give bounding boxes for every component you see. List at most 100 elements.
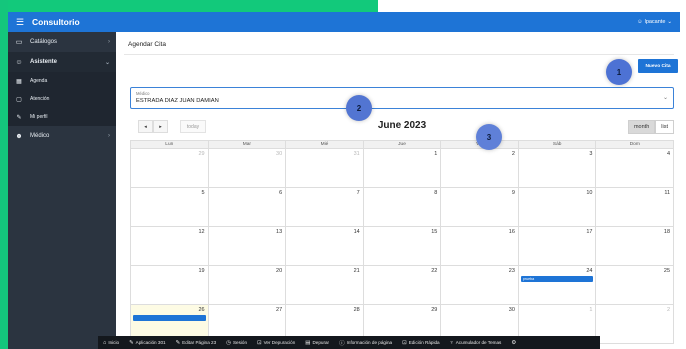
day-number: 4 [666, 151, 671, 157]
devbar-item[interactable]: ⓘ Información de página [334, 339, 397, 347]
day-number: 28 [353, 307, 360, 313]
devbar-item-label: Sesión [232, 340, 247, 345]
calendar-day-cell[interactable]: 22 [364, 266, 442, 304]
calendar-day-cell[interactable]: 30 [209, 149, 287, 187]
today-button[interactable]: today [180, 120, 206, 133]
day-number: 19 [198, 268, 205, 274]
calendar-grid: Lun Mar Mié Jue Vie Sáb Dom 293031123456… [130, 140, 675, 344]
devbar-item[interactable]: ⊡ Edición Rápida [397, 340, 445, 346]
day-number: 13 [276, 229, 283, 235]
devbar-item[interactable]: ✎ Aplicación 301 [124, 340, 171, 346]
devbar-item-label: Editar Página 23 [182, 340, 217, 345]
weekday-label: Lun [131, 141, 209, 148]
debug-view-icon: ⊡ [257, 339, 262, 346]
calendar-day-cell[interactable]: 1 [364, 149, 442, 187]
calendar-day-cell[interactable]: 9 [441, 188, 519, 226]
prev-month-button[interactable]: ◂ [138, 120, 153, 133]
day-number: 31 [353, 151, 360, 157]
calendar-icon: ▦ [16, 78, 22, 85]
app-title[interactable]: Consultorio [32, 17, 80, 27]
calendar-day-cell[interactable]: 2 [596, 305, 675, 343]
annotation-marker-1: 1 [606, 59, 632, 85]
day-number: 3 [589, 151, 593, 157]
weekday-label: Jue [364, 141, 442, 148]
background-white-right [680, 0, 686, 349]
sidebar-subitem-atencion[interactable]: ▢ Atención [8, 90, 116, 108]
calendar-event[interactable] [133, 315, 206, 321]
sidebar-subitem-agenda[interactable]: ▦ Agenda [8, 72, 116, 90]
weekday-label: Dom [596, 141, 675, 148]
day-number: 6 [279, 190, 283, 196]
calendar-event[interactable]: prueba [520, 276, 594, 282]
list-view-button[interactable]: list [655, 120, 674, 134]
devbar-item[interactable]: ⊡ Ver Depuración [252, 340, 300, 346]
devbar-item[interactable]: ✎ Editar Página 23 [171, 340, 222, 346]
calendar-day-cell[interactable]: 31 [286, 149, 364, 187]
divider [124, 54, 674, 55]
calendar-day-cell[interactable]: 19 [131, 266, 209, 304]
user-icon: ☺ [636, 19, 643, 25]
medico-select[interactable]: Médico ESTRADA DIAZ JUAN DAMIAN ⌄ [130, 87, 674, 109]
day-number: 29 [431, 307, 438, 313]
calendar-day-cell[interactable]: 14 [286, 227, 364, 265]
edit-page-icon: ✎ [175, 339, 181, 346]
calendar-day-cell[interactable]: 6 [209, 188, 287, 226]
session-icon: ◷ [226, 339, 231, 346]
nuevo-cita-button[interactable]: Nuevo Cita [638, 59, 678, 73]
devbar-item[interactable]: ▤ Depurar [300, 340, 334, 346]
home-icon: ⌂ [103, 339, 107, 346]
devbar-item-label: Información de página [346, 340, 393, 345]
developer-toolbar: ⌂ Inicio ✎ Aplicación 301 ✎ Editar Página 23 ◷… [98, 336, 600, 349]
calendar-day-cell[interactable]: 12 [131, 227, 209, 265]
app-window: ☰ Consultorio ☺ lpacante ⌄ ▭ Catálogos ›… [8, 12, 680, 349]
calendar-day-cell[interactable]: 15 [364, 227, 442, 265]
calendar-weeks: 29 30 31 1 2 3 4 5 6 7 8 9 10 11 12 13 14 15 16 17 18 19 20 21 2… [131, 149, 675, 344]
calendar-day-cell[interactable]: 3 [519, 149, 597, 187]
devbar-item[interactable]: ⚙ [506, 340, 521, 346]
devbar-item-label: Acumulador de Temas [455, 340, 502, 345]
next-month-button[interactable]: ▸ [153, 120, 168, 133]
day-number: 23 [508, 268, 515, 274]
sidebar-item-asistente[interactable]: ☺ Asistente ⌄ [8, 52, 116, 72]
month-view-button[interactable]: month [627, 120, 656, 134]
calendar-day-cell[interactable]: 29 [131, 149, 209, 187]
calendar-day-cell[interactable]: 10 [519, 188, 597, 226]
user-menu[interactable]: ☺ lpacante ⌄ [637, 12, 672, 32]
sidebar-subitem-mi-perfil[interactable]: ✎ Mi perfil [8, 108, 116, 126]
annotation-marker-3: 3 [476, 124, 502, 150]
calendar-day-cell[interactable]: 21 [286, 266, 364, 304]
calendar-day-cell[interactable]: 8 [364, 188, 442, 226]
chevron-down-icon: ⌄ [104, 59, 110, 66]
calendar-day-cell[interactable]: 13 [209, 227, 287, 265]
calendar-nav: ◂ ▸ [138, 120, 168, 133]
sidebar-item-medico[interactable]: ☻ Médico › [8, 126, 116, 146]
sidebar-subitem-label: Mi perfil [30, 114, 48, 120]
sidebar-item-catalogos[interactable]: ▭ Catálogos › [8, 32, 116, 52]
sidebar-subitem-label: Agenda [30, 78, 48, 84]
day-number: 1 [589, 307, 593, 313]
calendar-day-cell[interactable]: 11 [596, 188, 675, 226]
calendar-day-cell[interactable]: 16 [441, 227, 519, 265]
calendar-day-cell[interactable]: 20 [209, 266, 287, 304]
calendar-day-cell[interactable]: 25 [596, 266, 675, 304]
sidebar-item-label: Asistente [30, 59, 58, 65]
calendar-day-cell[interactable]: 18 [596, 227, 675, 265]
day-number: 22 [431, 268, 438, 274]
devbar-item-label: Depurar [312, 340, 330, 345]
user-name: lpacante [644, 19, 666, 25]
day-number: 30 [276, 151, 283, 157]
calendar-day-cell[interactable]: 2 [441, 149, 519, 187]
calendar-day-cell[interactable]: 4 [596, 149, 675, 187]
calendar-day-cell[interactable]: 7 [286, 188, 364, 226]
calendar-day-cell[interactable]: 23 [441, 266, 519, 304]
menu-icon[interactable]: ☰ [12, 12, 28, 32]
chevron-down-icon: ⌄ [667, 19, 672, 25]
devbar-item[interactable]: ◷ Sesión [221, 340, 252, 346]
devbar-item[interactable]: ♆ Acumulador de Temas [445, 340, 507, 346]
devbar-item[interactable]: ⌂ Inicio [98, 340, 124, 346]
clipboard-icon: ▢ [16, 96, 22, 103]
medico-select-value: ESTRADA DIAZ JUAN DAMIAN [136, 98, 219, 104]
calendar-day-cell[interactable]: 5 [131, 188, 209, 226]
calendar-day-cell[interactable]: 24 prueba [519, 266, 597, 304]
calendar-day-cell[interactable]: 17 [519, 227, 597, 265]
